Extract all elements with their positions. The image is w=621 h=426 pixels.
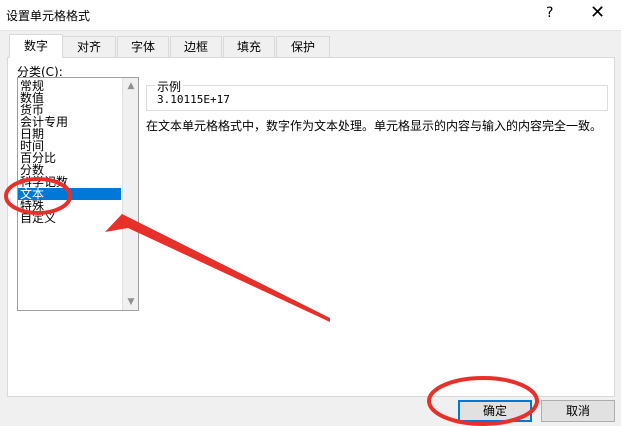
sample-value: 3.10115E+17 bbox=[157, 93, 230, 106]
window-title: 设置单元格格式 bbox=[6, 9, 91, 23]
tab-number[interactable]: 数字 bbox=[9, 34, 63, 58]
cancel-button[interactable]: 取消 bbox=[541, 400, 615, 422]
number-tab-panel: 分类(C): 常规 数值 货币 会计专用 日期 时间 百分比 分数 科学记数 文… bbox=[7, 57, 615, 397]
tab-alignment[interactable]: 对齐 bbox=[62, 36, 116, 57]
tab-protection[interactable]: 保护 bbox=[276, 36, 330, 57]
format-description: 在文本单元格格式中，数字作为文本处理。单元格显示的内容与输入的内容完全一致。 bbox=[146, 119, 603, 133]
sample-group: 示例 3.10115E+17 bbox=[146, 78, 608, 111]
scroll-up-icon[interactable]: ▲ bbox=[123, 78, 138, 94]
tab-font[interactable]: 字体 bbox=[117, 36, 169, 57]
category-list[interactable]: 常规 数值 货币 会计专用 日期 时间 百分比 分数 科学记数 文本 特殊 自定… bbox=[17, 77, 139, 311]
ok-button[interactable]: 确定 bbox=[458, 400, 532, 422]
title-bar: 设置单元格格式 ? ✕ bbox=[0, 0, 621, 31]
help-button[interactable]: ? bbox=[546, 5, 553, 21]
category-item-custom[interactable]: 自定义 bbox=[18, 212, 121, 224]
tab-border[interactable]: 边框 bbox=[170, 36, 222, 57]
category-scrollbar[interactable]: ▲ ▼ bbox=[122, 78, 138, 310]
close-button[interactable]: ✕ bbox=[590, 2, 605, 23]
tab-fill[interactable]: 填充 bbox=[223, 36, 275, 57]
scroll-down-icon[interactable]: ▼ bbox=[123, 294, 138, 310]
